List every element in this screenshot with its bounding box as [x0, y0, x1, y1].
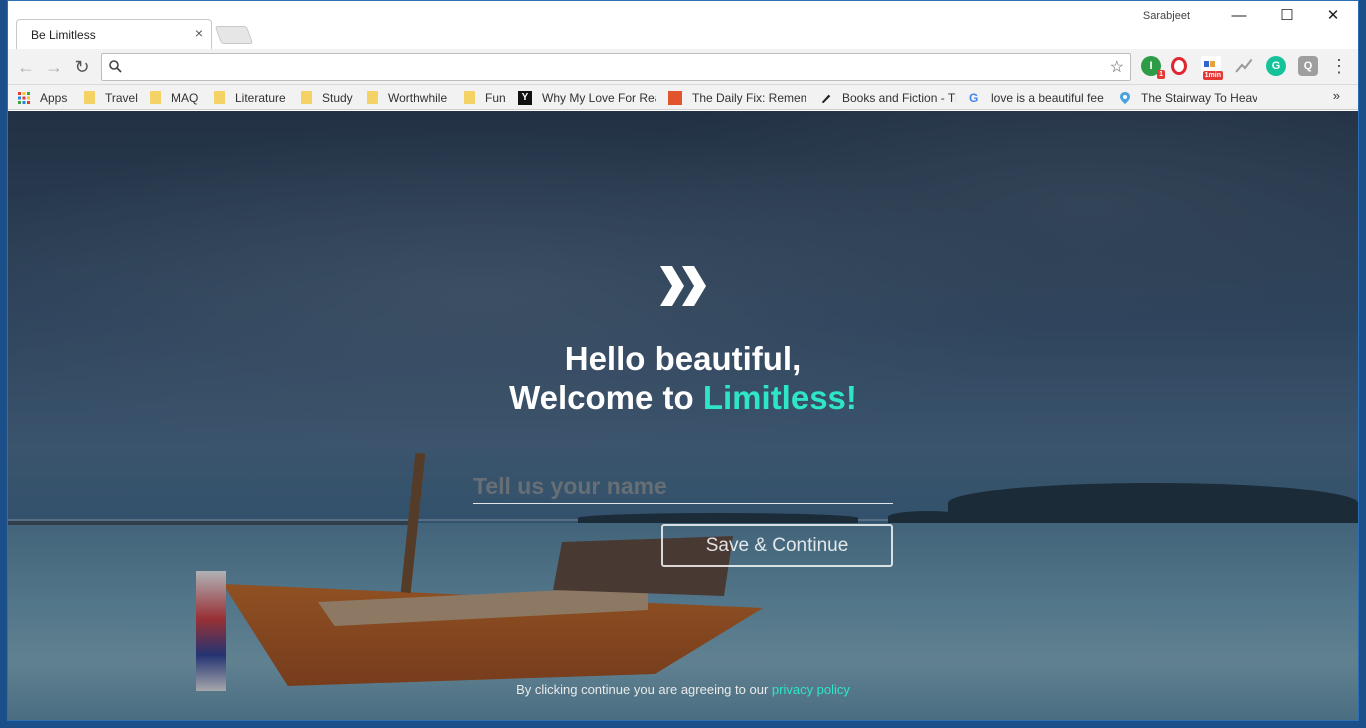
headline-welcome: Welcome to Limitless!: [8, 378, 1358, 417]
folder-icon: [301, 91, 312, 104]
bookmark-label: Books and Fiction - Th: [842, 90, 956, 105]
welcome-headline: Hello beautiful, Welcome to Limitless!: [8, 339, 1358, 417]
bookmark-label: Why My Love For Rea: [542, 90, 656, 105]
tab-strip: Be Limitless × Sarabjeet — ☐ ✕: [8, 1, 1358, 49]
address-input[interactable]: [128, 57, 1088, 77]
bookmark-books-fiction[interactable]: Books and Fiction - Th: [820, 89, 956, 106]
bookmark-daily-fix[interactable]: The Daily Fix: Remem: [668, 89, 806, 106]
grammarly-icon[interactable]: G: [1266, 56, 1286, 76]
pulse-icon[interactable]: [1234, 56, 1254, 76]
extension-badge: 1: [1157, 70, 1165, 79]
profile-name[interactable]: Sarabjeet: [1143, 10, 1190, 22]
footnote-text: By clicking continue you are agreeing to…: [516, 682, 772, 697]
bookmark-folder-travel[interactable]: Travel: [84, 89, 144, 106]
bookmark-label: Travel: [105, 90, 138, 105]
scroll-site-icon: [668, 90, 682, 105]
bookmark-love-beautiful[interactable]: G love is a beautiful fee: [969, 89, 1105, 106]
bookmark-stairway[interactable]: The Stairway To Heav: [1119, 89, 1257, 106]
forward-button[interactable]: →: [42, 55, 66, 79]
bookmark-label: love is a beautiful fee: [991, 90, 1104, 105]
opera-icon[interactable]: [1171, 57, 1187, 75]
bookmark-label: Apps: [40, 90, 68, 105]
bookmark-label: The Daily Fix: Remem: [692, 90, 806, 105]
pen-icon: [821, 94, 831, 103]
q-letter: Q: [1303, 60, 1313, 72]
privacy-policy-link[interactable]: privacy policy: [772, 682, 850, 697]
bookmark-label: The Stairway To Heav: [1141, 90, 1257, 105]
address-bar[interactable]: ☆: [101, 53, 1131, 81]
bookmark-folder-worthwhile[interactable]: Worthwhile: [367, 89, 457, 106]
welcome-panel: Hello beautiful, Welcome to Limitless! S…: [8, 111, 1358, 720]
reload-button[interactable]: ↻: [70, 55, 94, 79]
folder-icon: [150, 91, 161, 104]
folder-icon: [84, 91, 95, 104]
browser-menu-icon[interactable]: ⋮: [1330, 55, 1348, 77]
extension-letter: I: [1149, 60, 1153, 72]
headline-welcome-prefix: Welcome to: [509, 379, 703, 416]
1min-badge: 1min: [1202, 71, 1223, 80]
bookmark-folder-maq[interactable]: MAQ: [150, 89, 206, 106]
tab-close-icon[interactable]: ×: [195, 26, 203, 40]
headline-greeting: Hello beautiful,: [564, 340, 802, 377]
save-continue-button[interactable]: Save & Continue: [661, 524, 893, 567]
bookmark-star-icon[interactable]: ☆: [1110, 57, 1124, 77]
extension-i-icon[interactable]: I 1: [1141, 56, 1165, 79]
folder-icon: [367, 91, 378, 104]
tab-title: Be Limitless: [31, 28, 96, 42]
browser-toolbar: ← → ↻ ☆ I 1 1min G Q ⋮: [8, 49, 1358, 85]
maximize-button[interactable]: ☐: [1264, 5, 1310, 27]
new-tab-button[interactable]: [214, 26, 254, 44]
grammarly-letter: G: [1271, 60, 1281, 72]
bookmark-folder-literature[interactable]: Literature: [214, 89, 296, 106]
q-extension-icon[interactable]: Q: [1298, 56, 1318, 76]
new-tab-page: Hello beautiful, Welcome to Limitless! S…: [8, 111, 1358, 720]
bookmark-label: Literature: [235, 90, 286, 105]
google-icon: G: [969, 90, 979, 105]
browser-window: Be Limitless × Sarabjeet — ☐ ✕ ← → ↻ ☆ I…: [7, 0, 1359, 721]
apps-grid-icon: [18, 91, 30, 104]
bookmark-label: Fun: [485, 90, 506, 105]
bookmark-label: Worthwhile: [388, 90, 448, 105]
limitless-logo-icon: [660, 266, 706, 306]
y-combinator-icon: Y: [518, 90, 532, 105]
location-pin-icon: [1120, 91, 1130, 104]
bookmark-apps[interactable]: Apps: [18, 89, 84, 106]
bookmark-why-my-love[interactable]: Y Why My Love For Rea: [518, 89, 656, 106]
bookmark-label: Study: [322, 90, 353, 105]
folder-icon: [214, 91, 225, 104]
bookmarks-bar: Apps Travel MAQ Literature Study Worthwh…: [8, 85, 1358, 110]
back-button[interactable]: ←: [14, 55, 38, 79]
search-icon: [109, 60, 122, 73]
close-window-button[interactable]: ✕: [1310, 5, 1356, 27]
bookmark-folder-study[interactable]: Study: [301, 89, 361, 106]
bookmark-label: MAQ: [171, 90, 199, 105]
folder-icon: [464, 91, 475, 104]
privacy-footnote: By clicking continue you are agreeing to…: [8, 682, 1358, 697]
1min-logo-icon: [1204, 61, 1215, 67]
tab-be-limitless[interactable]: Be Limitless ×: [16, 19, 212, 49]
headline-brand: Limitless!: [702, 379, 857, 416]
1min-icon[interactable]: 1min: [1201, 56, 1223, 80]
minimize-button[interactable]: —: [1216, 5, 1262, 27]
bookmarks-overflow-icon[interactable]: »: [1333, 88, 1340, 103]
bookmark-folder-fun[interactable]: Fun: [464, 89, 514, 106]
name-input[interactable]: [473, 469, 893, 504]
